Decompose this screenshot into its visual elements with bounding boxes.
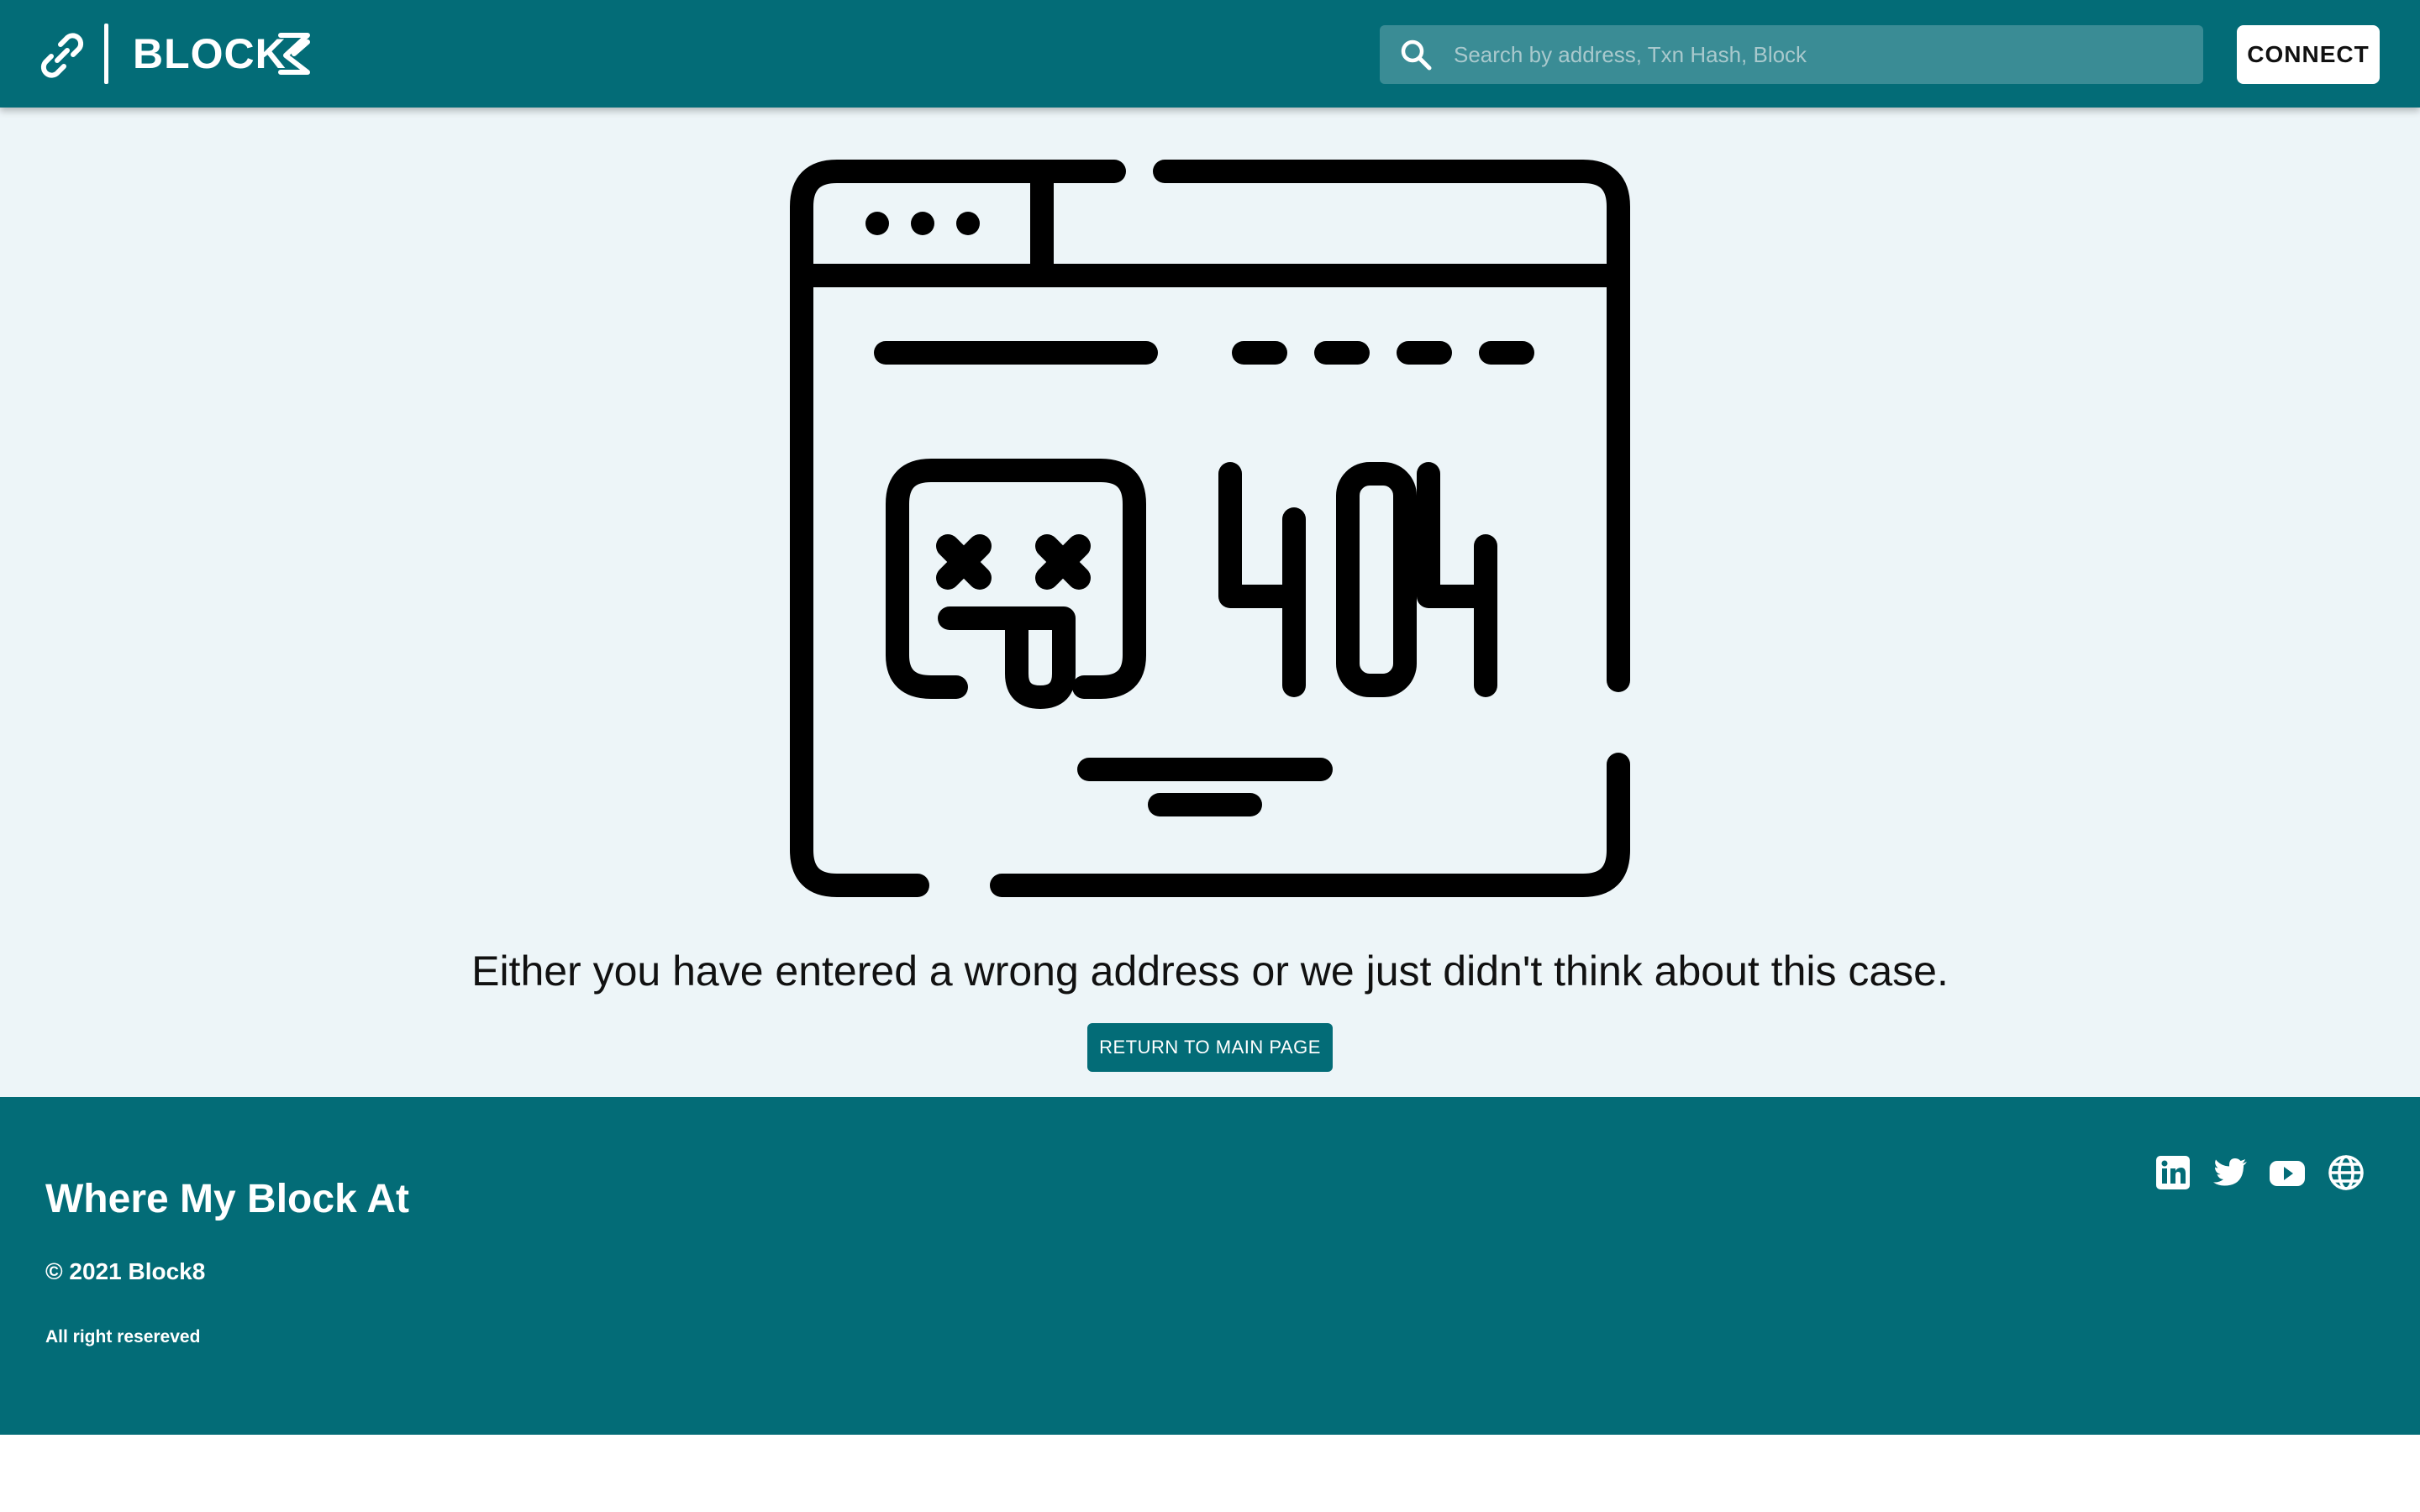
browser-404-illustration [790,160,1630,897]
chain-link-icon[interactable] [37,30,87,81]
logo-divider [104,24,108,84]
search-box [1380,25,2203,84]
footer-copyright: © 2021 Block8 [45,1258,206,1284]
error-page-content: Either you have entered a wrong address … [0,108,2420,1097]
logo-wordmark[interactable]: BLOCK [133,29,287,79]
twitter-icon[interactable] [2212,1154,2249,1191]
page-bottom-area [0,1435,2420,1512]
search-input[interactable] [1454,25,2193,84]
top-navbar: BLOCK CONNECT [0,0,2420,108]
youtube-icon[interactable] [2269,1154,2306,1191]
linkedin-icon[interactable] [2154,1154,2191,1191]
footer: Where My Block At © 2021 Block8 All righ… [0,1097,2420,1435]
connect-button[interactable]: CONNECT [2237,25,2380,84]
search-icon[interactable] [1398,37,1434,72]
footer-rights: All right resereved [45,1327,201,1347]
return-main-page-button[interactable]: RETURN TO MAIN PAGE [1087,1023,1333,1072]
footer-title: Where My Block At [45,1177,409,1221]
error-message: Either you have entered a wrong address … [471,948,1949,995]
block8-logo-icon[interactable] [276,30,313,77]
globe-icon[interactable] [2328,1154,2365,1191]
